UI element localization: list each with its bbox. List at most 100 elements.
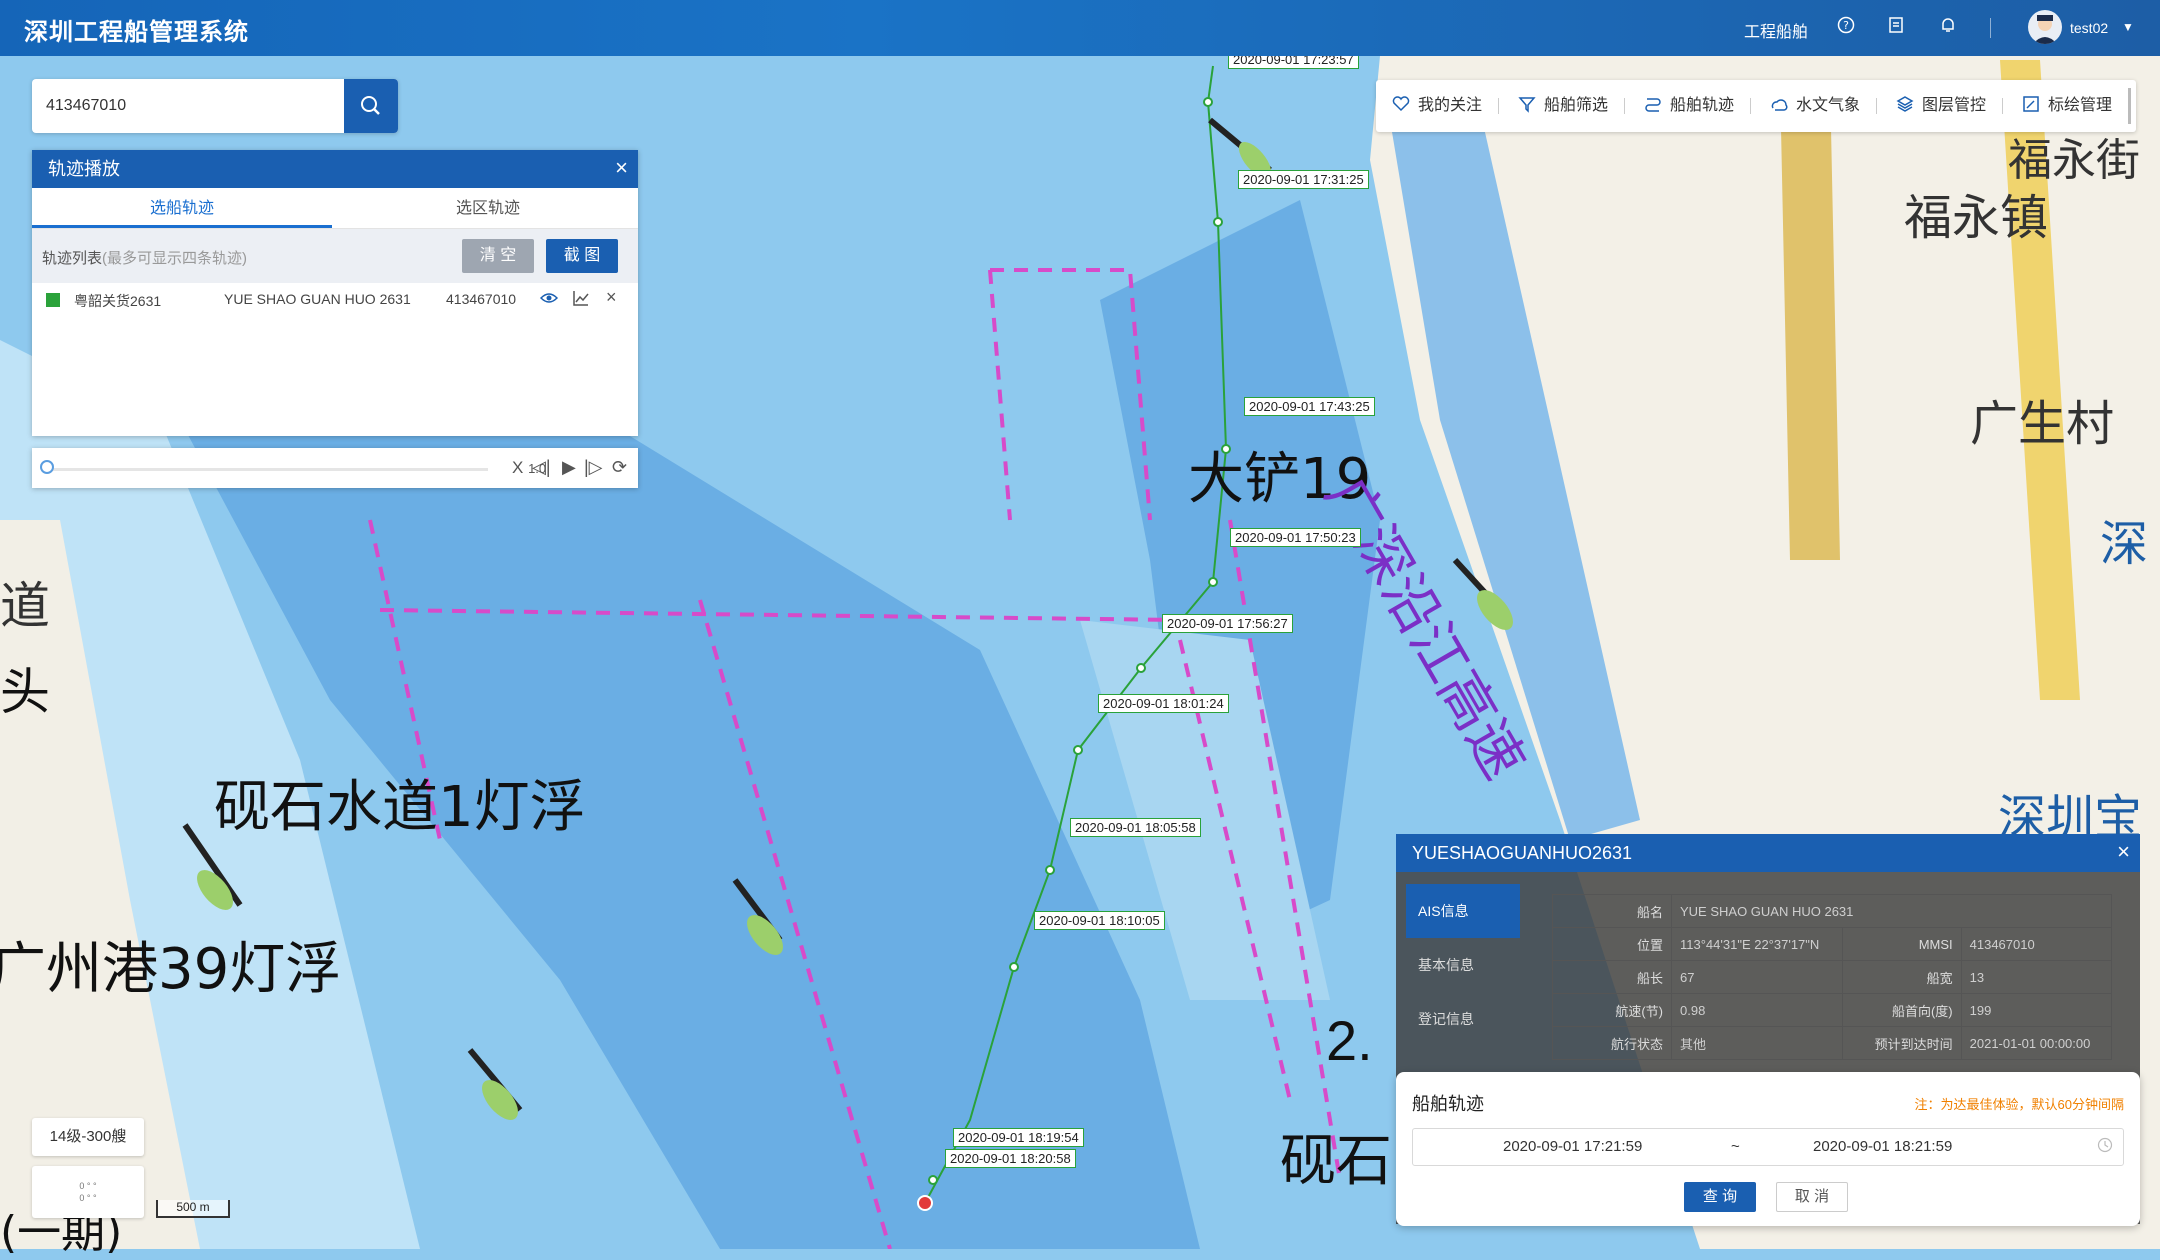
trajectory-query-dialog: 船舶轨迹 注：为达最佳体验，默认60分钟间隔 2020-09-01 17:21:… [1396, 1072, 2140, 1226]
hydro-weather-button[interactable]: 水文气象 [1770, 80, 1860, 132]
filter-icon [1518, 97, 1536, 113]
replay-icon[interactable]: ⟳ [612, 457, 627, 478]
track-playback-panel: 轨迹播放 × 选船轨迹 选区轨迹 轨迹列表(最多可显示四条轨迹) 清 空 截 图… [32, 150, 638, 436]
map-label-shen: 深 [2100, 516, 2149, 572]
tab-ais-info[interactable]: AIS信息 [1406, 884, 1520, 938]
toolbar-divider [1876, 98, 1877, 114]
field-label: 预计到达时间 [1841, 1026, 1962, 1060]
track-tabs: 选船轨迹 选区轨迹 [32, 188, 638, 229]
map-label-buoy-39: 广州港39灯浮 [0, 937, 342, 1002]
close-icon[interactable]: × [615, 150, 628, 186]
table-row: 航速(节) 0.98 船首向(度) 199 [1552, 993, 2113, 1027]
track-time-label: 2020-09-01 18:05:58 [1070, 818, 1201, 837]
field-value: YUE SHAO GUAN HUO 2631 [1671, 894, 2112, 928]
zoom-level-label: 14级-300艘 [32, 1118, 144, 1156]
ais-side-menu: AIS信息 基本信息 登记信息 [1406, 884, 1520, 1046]
toolbar-divider [2002, 98, 2003, 114]
ship-track-button[interactable]: 船舶轨迹 [1644, 80, 1734, 132]
progress-slider[interactable] [48, 468, 488, 471]
search-button[interactable] [344, 79, 398, 133]
map-label-guangsheng: 广生村 [1970, 396, 2115, 452]
help-icon[interactable]: ? [1836, 16, 1856, 36]
time-range-picker[interactable]: 2020-09-01 17:21:59 ~ 2020-09-01 18:21:5… [1412, 1128, 2124, 1166]
start-time[interactable]: 2020-09-01 17:21:59 [1503, 1138, 1642, 1155]
screenshot-button[interactable]: 截 图 [546, 239, 618, 273]
field-label: 航行状态 [1552, 1026, 1672, 1060]
road-east [1780, 80, 1840, 560]
play-icon[interactable]: ▶ [562, 457, 576, 478]
map-label-buoy-1: 砚石水道1灯浮 [214, 775, 586, 840]
field-value: 67 [1671, 960, 1843, 994]
cancel-button[interactable]: 取 消 [1776, 1182, 1848, 1212]
ship-position-marker[interactable] [917, 1195, 933, 1211]
heart-icon [1392, 96, 1410, 112]
clear-button[interactable]: 清 空 [462, 239, 534, 273]
toolbar-divider [1750, 98, 1751, 114]
ais-panel-header: YUESHAOGUANHUO2631 × [1396, 834, 2140, 872]
ship-search [32, 79, 398, 133]
track-time-label: 2020-09-01 18:01:24 [1098, 694, 1229, 713]
ship-name-en: YUE SHAO GUAN HUO 2631 [224, 291, 411, 307]
scale-bar: 500 m [156, 1200, 230, 1218]
tab-selected-ship-track[interactable]: 选船轨迹 [32, 188, 332, 228]
chart-icon[interactable] [572, 289, 590, 310]
dialog-title: 船舶轨迹 [1412, 1094, 1484, 1114]
close-icon[interactable]: × [2117, 834, 2130, 870]
field-value: 其他 [1671, 1026, 1843, 1060]
track-list-item[interactable]: 粤韶关货2631 YUE SHAO GUAN HUO 2631 41346701… [32, 283, 638, 315]
progress-slider-handle[interactable] [40, 460, 54, 474]
field-value: 199 [1960, 993, 2113, 1027]
username[interactable]: test02 [2070, 20, 2108, 36]
top-bar: 深圳工程船管理系统 工程船舶 ? test02 ▼ [0, 0, 2160, 56]
clock-icon [2097, 1137, 2113, 1157]
ship-name-cn: 粤韶关货2631 [74, 293, 162, 309]
track-player: X 1.0 ◁| ▶ |▷ ⟳ [32, 448, 638, 488]
field-label: 位置 [1552, 927, 1672, 961]
field-value: 13 [1960, 960, 2113, 994]
pencil-icon [2023, 96, 2039, 112]
field-label: 船长 [1552, 960, 1672, 994]
map-label-number: 2. [1326, 1009, 1373, 1072]
remove-icon[interactable]: × [606, 287, 617, 308]
field-value: 2021-01-01 00:00:00 [1960, 1026, 2113, 1060]
tab-registration-info[interactable]: 登记信息 [1406, 992, 1520, 1046]
query-button[interactable]: 查 询 [1684, 1182, 1756, 1212]
table-row: 位置 113°44'31"E 22°37'17"N MMSI 413467010 [1552, 927, 2113, 961]
track-list-header: 轨迹列表(最多可显示四条轨迹) 清 空 截 图 [32, 229, 638, 283]
field-label: MMSI [1841, 927, 1962, 961]
bell-icon[interactable] [1938, 16, 1958, 36]
ship-filter-button[interactable]: 船舶筛选 [1518, 80, 1608, 132]
table-row: 航行状态 其他 预计到达时间 2021-01-01 00:00:00 [1552, 1026, 2113, 1060]
document-icon[interactable] [1886, 16, 1906, 36]
track-time-label: 2020-09-01 17:31:25 [1238, 170, 1369, 189]
toolbar-divider [1498, 98, 1499, 114]
ais-table: 船名 YUE SHAO GUAN HUO 2631 位置 113°44'31"E… [1552, 894, 2113, 1060]
map-toolbar: 我的关注 船舶筛选 船舶轨迹 水文气象 图层管控 标绘管理 [1376, 80, 2136, 132]
avatar[interactable] [2028, 10, 2062, 44]
field-label: 船名 [1552, 894, 1672, 928]
track-time-label: 2020-09-01 17:43:25 [1244, 397, 1375, 416]
weather-icon [1771, 99, 1788, 111]
app-title: 深圳工程船管理系统 [24, 19, 249, 46]
engineering-ships-link[interactable]: 工程船舶 [1744, 18, 1808, 42]
toolbar-scroll-edge [2128, 88, 2131, 124]
plot-management-button[interactable]: 标绘管理 [2022, 80, 2112, 132]
tab-basic-info[interactable]: 基本信息 [1406, 938, 1520, 992]
layer-control-button[interactable]: 图层管控 [1896, 80, 1986, 132]
track-color-swatch[interactable] [46, 293, 60, 307]
my-follow-button[interactable]: 我的关注 [1392, 80, 1482, 132]
step-back-icon[interactable]: ◁| [532, 457, 551, 478]
range-separator: ~ [1731, 1138, 1740, 1155]
chevron-down-icon[interactable]: ▼ [2122, 20, 2134, 34]
eye-icon[interactable] [539, 289, 559, 310]
map-label-tou: 头 [0, 663, 50, 721]
overview-minimap[interactable]: 0 ° ° 0 ° ° [32, 1166, 144, 1218]
topbar-divider [1990, 18, 1991, 38]
tab-area-track[interactable]: 选区轨迹 [338, 188, 638, 228]
search-input[interactable] [32, 79, 342, 133]
step-forward-icon[interactable]: |▷ [584, 457, 603, 478]
end-time[interactable]: 2020-09-01 18:21:59 [1813, 1138, 1952, 1155]
track-time-label: 2020-09-01 17:50:23 [1230, 528, 1361, 547]
track-time-label: 2020-09-01 18:20:58 [945, 1149, 1076, 1168]
svg-text:?: ? [1843, 19, 1849, 32]
